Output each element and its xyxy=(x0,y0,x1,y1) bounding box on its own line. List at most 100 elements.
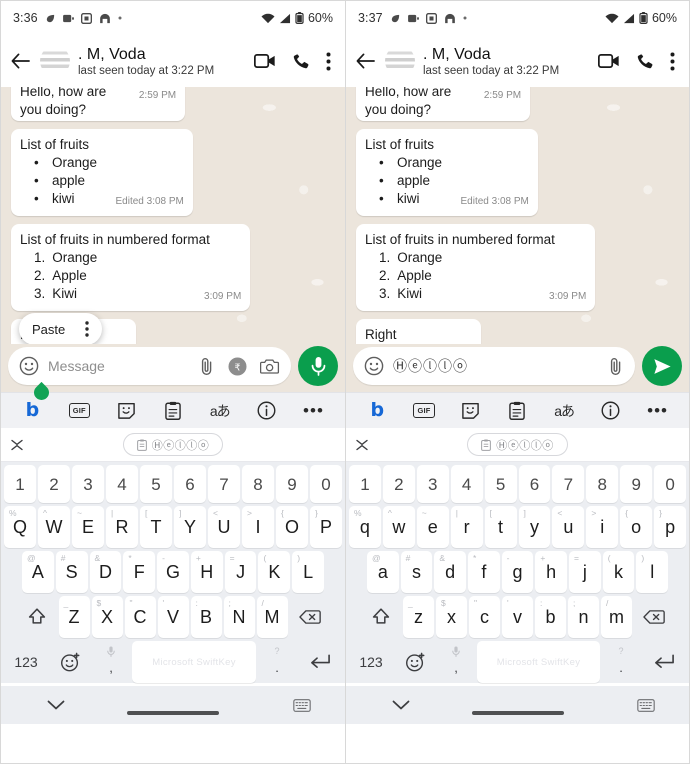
key-t[interactable]: [t xyxy=(484,506,517,548)
key-8[interactable]: 8 xyxy=(586,465,619,503)
key-k[interactable]: (K xyxy=(258,551,291,593)
key-c[interactable]: " c xyxy=(469,596,500,638)
key-b[interactable]: :b xyxy=(535,596,566,638)
key-c[interactable]: " C xyxy=(124,596,156,638)
collapse-icon[interactable] xyxy=(355,438,369,452)
key-5[interactable]: 5 xyxy=(484,465,517,503)
key-z[interactable]: _ z xyxy=(403,596,434,638)
home-pill[interactable] xyxy=(471,711,564,715)
emoji-icon[interactable] xyxy=(19,356,39,376)
key-n[interactable]: ; N xyxy=(223,596,255,638)
sticker-icon[interactable] xyxy=(111,396,141,426)
key-f[interactable]: * F xyxy=(123,551,156,593)
overflow-menu-icon[interactable] xyxy=(85,321,89,337)
keyboard-left[interactable]: 1 2 3 4 5 6 7 8 9 0 % Q ^ W ~ E | R [T ] Y < U… xyxy=(1,462,345,683)
backspace-icon[interactable] xyxy=(290,596,330,638)
bing-icon[interactable]: b xyxy=(362,396,392,426)
key-v[interactable]: ' v xyxy=(502,596,533,638)
key-1[interactable]: 1 xyxy=(4,465,36,503)
message-bubble[interactable]: List of fruits in numbered format 1. Oran… xyxy=(11,224,251,311)
message-bubble[interactable]: List of fruits • Orange • apple • kiwi Edit… xyxy=(356,129,538,216)
key-t[interactable]: [T xyxy=(140,506,172,548)
key-e[interactable]: ~ e xyxy=(416,506,449,548)
paste-button[interactable]: Paste xyxy=(32,322,65,337)
collapse-icon[interactable] xyxy=(10,438,24,452)
key-w[interactable]: ^ w xyxy=(382,506,415,548)
comma-key[interactable]: , xyxy=(92,641,130,683)
chevron-down-icon[interactable] xyxy=(46,699,66,711)
paste-context-menu[interactable]: Paste xyxy=(19,313,103,344)
key-j[interactable]: = j xyxy=(569,551,601,593)
gif-icon[interactable]: GIF xyxy=(409,396,439,426)
overflow-menu-icon[interactable] xyxy=(326,52,331,71)
translate-icon[interactable]: aあ xyxy=(549,396,579,426)
message-bubble[interactable]: 2:59 PM Hello, how are you doing? xyxy=(11,87,186,121)
clipboard-icon[interactable] xyxy=(502,396,532,426)
key-u[interactable]: < u xyxy=(552,506,585,548)
key-w[interactable]: ^ W xyxy=(38,506,70,548)
key-v[interactable]: ' V xyxy=(157,596,189,638)
send-icon[interactable] xyxy=(642,346,682,386)
voice-call-icon[interactable] xyxy=(636,52,654,70)
key-7[interactable]: 7 xyxy=(552,465,585,503)
key-y[interactable]: ] Y xyxy=(174,506,206,548)
avatar[interactable] xyxy=(40,46,70,76)
key-a[interactable]: @ A xyxy=(21,551,54,593)
more-icon[interactable]: ••• xyxy=(298,396,328,426)
key-0[interactable]: 0 xyxy=(654,465,687,503)
backspace-icon[interactable] xyxy=(634,596,674,638)
key-g[interactable]: -g xyxy=(501,551,534,593)
clipboard-chip[interactable]: Ⓗⓔⓛⓛⓞ xyxy=(467,433,568,456)
numeric-key[interactable]: 123 xyxy=(349,641,393,683)
key-5[interactable]: 5 xyxy=(140,465,172,503)
key-1[interactable]: 1 xyxy=(348,465,381,503)
space-key[interactable]: Microsoft SwiftKey xyxy=(132,641,256,683)
key-z[interactable]: _ Z xyxy=(58,596,90,638)
message-input-pill[interactable]: Ⓗⓔⓛⓛⓞ xyxy=(353,347,635,385)
message-bubble[interactable]: Right Be kind 3:14 PM xyxy=(356,319,482,344)
key-0[interactable]: 0 xyxy=(310,465,342,503)
keyboard-switch-icon[interactable] xyxy=(637,698,655,712)
key-2[interactable]: 2 xyxy=(382,465,415,503)
key-e[interactable]: ~ E xyxy=(72,506,104,548)
key-s[interactable]: # s xyxy=(400,551,433,593)
key-q[interactable]: % q xyxy=(348,506,381,548)
emoji-sticker-icon[interactable] xyxy=(50,641,90,683)
key-2[interactable]: 2 xyxy=(38,465,70,503)
key-3[interactable]: 3 xyxy=(416,465,449,503)
key-i[interactable]: > I xyxy=(242,506,274,548)
enter-icon[interactable] xyxy=(298,641,342,683)
contact-info[interactable]: . M, Voda last seen today at 3:22 PM xyxy=(423,45,592,78)
emoji-sticker-icon[interactable] xyxy=(395,641,435,683)
key-4[interactable]: 4 xyxy=(450,465,483,503)
period-key[interactable]: ? . xyxy=(258,641,296,683)
clipboard-icon[interactable] xyxy=(158,396,188,426)
chevron-down-icon[interactable] xyxy=(391,699,411,711)
key-x[interactable]: $ X xyxy=(91,596,123,638)
key-m[interactable]: / M xyxy=(256,596,288,638)
message-input[interactable]: Ⓗⓔⓛⓛⓞ xyxy=(393,356,599,376)
key-o[interactable]: {O xyxy=(276,506,308,548)
key-9[interactable]: 9 xyxy=(620,465,653,503)
avatar[interactable] xyxy=(385,46,415,76)
key-u[interactable]: < U xyxy=(208,506,240,548)
message-input[interactable]: Message xyxy=(48,358,190,374)
comma-key[interactable]: , xyxy=(437,641,475,683)
numeric-key[interactable]: 123 xyxy=(4,641,48,683)
attach-icon[interactable] xyxy=(199,357,215,376)
key-x[interactable]: $ x xyxy=(436,596,467,638)
shift-icon[interactable] xyxy=(17,596,57,638)
keyboard-right[interactable]: 1 2 3 4 5 6 7 8 9 0 % q ^ w ~ e | r [t ] y < u… xyxy=(346,462,689,683)
home-pill[interactable] xyxy=(127,711,219,715)
back-arrow-icon[interactable] xyxy=(352,49,379,73)
overflow-menu-icon[interactable] xyxy=(670,52,675,71)
key-3[interactable]: 3 xyxy=(72,465,104,503)
shift-icon[interactable] xyxy=(361,596,401,638)
period-key[interactable]: ? . xyxy=(602,641,640,683)
key-d[interactable]: & D xyxy=(89,551,122,593)
message-list[interactable]: 2:59 PM Hello, how are you doing? List o… xyxy=(346,87,689,344)
key-g[interactable]: -G xyxy=(157,551,189,593)
key-f[interactable]: * f xyxy=(468,551,500,593)
sticker-icon[interactable] xyxy=(456,396,486,426)
back-arrow-icon[interactable] xyxy=(7,49,34,73)
